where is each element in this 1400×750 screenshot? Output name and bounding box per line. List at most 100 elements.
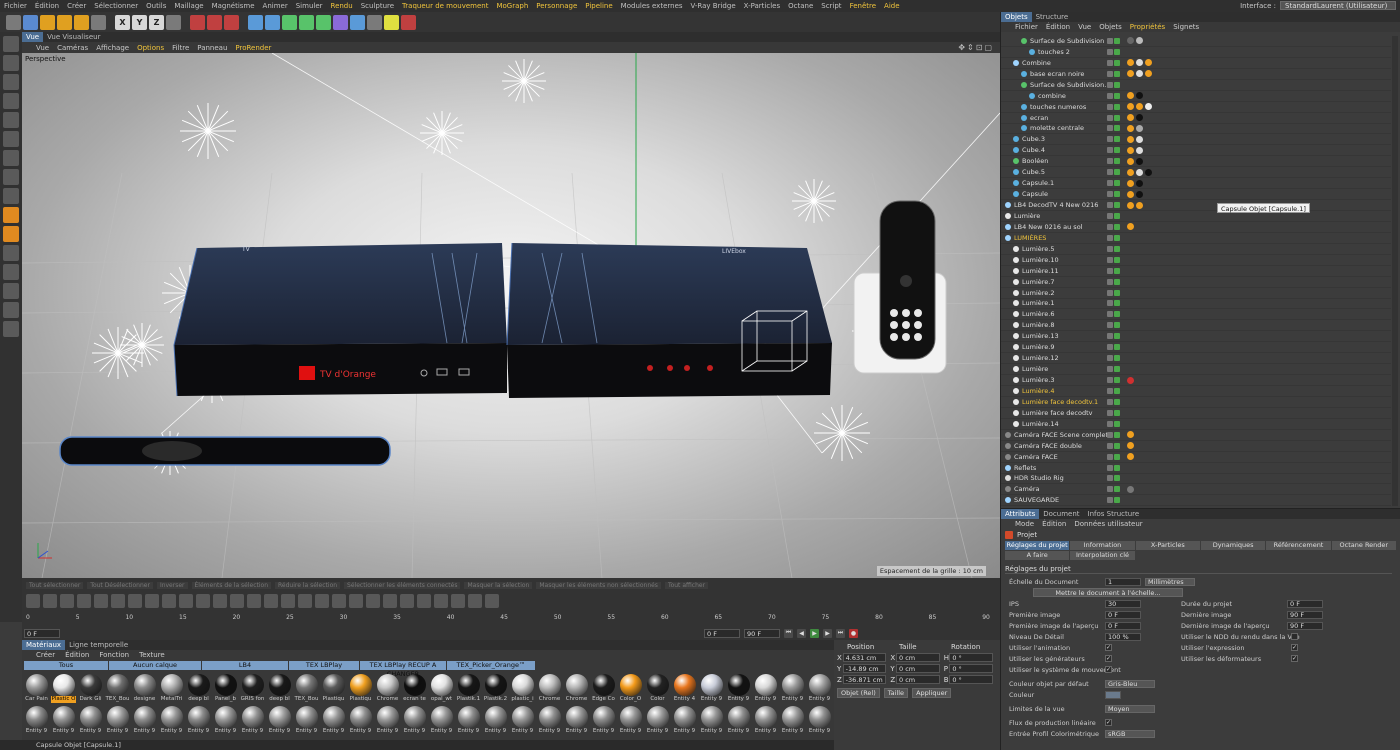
- visibility-toggles[interactable]: [1107, 180, 1120, 187]
- row-right-field[interactable]: 90 F: [1287, 610, 1323, 619]
- menu-selectionner[interactable]: Sélectionner: [94, 2, 138, 10]
- render-visibility-dot[interactable]: [1114, 191, 1120, 198]
- material-item[interactable]: Car Pain: [24, 674, 49, 704]
- instance-icon[interactable]: [316, 14, 331, 30]
- mesh-tool-icon[interactable]: [26, 594, 40, 608]
- visibility-toggles[interactable]: [1107, 81, 1120, 88]
- material-layer[interactable]: LB4: [202, 660, 288, 670]
- material-item[interactable]: Entity 9: [726, 706, 751, 736]
- menu-edition[interactable]: Édition: [35, 2, 59, 10]
- object-row[interactable]: Lumière.1: [1001, 299, 1391, 310]
- material-item[interactable]: Entity 9: [537, 706, 562, 736]
- render-visibility-dot[interactable]: [1114, 409, 1120, 416]
- render-visibility-dot[interactable]: [1114, 333, 1120, 340]
- menu-rendu[interactable]: Rendu: [331, 2, 353, 10]
- editor-visibility-dot[interactable]: [1107, 267, 1113, 274]
- material-item[interactable]: Entity 9: [699, 674, 724, 704]
- tag-icon[interactable]: [1127, 442, 1134, 450]
- editor-visibility-dot[interactable]: [1107, 70, 1113, 77]
- object-row[interactable]: Lumière.2: [1001, 288, 1391, 299]
- mesh-tool-icon[interactable]: [417, 594, 431, 608]
- record-button[interactable]: ●: [849, 628, 858, 638]
- color-swatch[interactable]: [1105, 690, 1121, 699]
- visibility-toggles[interactable]: [1107, 431, 1120, 438]
- material-item[interactable]: designe: [132, 674, 157, 704]
- snap-icon[interactable]: [3, 207, 19, 223]
- light-icon[interactable]: [384, 14, 399, 30]
- attributes-tab-document[interactable]: Document: [1039, 509, 1083, 519]
- material-item[interactable]: Entity 9: [483, 706, 508, 736]
- subtab-interpolation-cle[interactable]: Interpolation clé: [1070, 551, 1135, 560]
- material-item[interactable]: Entity 9: [321, 706, 346, 736]
- tag-icon[interactable]: [1127, 376, 1134, 384]
- tag-icon[interactable]: [1127, 59, 1134, 67]
- editor-visibility-dot[interactable]: [1107, 420, 1113, 427]
- render-visibility-dot[interactable]: [1114, 147, 1120, 154]
- visibility-toggles[interactable]: [1107, 442, 1120, 449]
- x-axis-icon[interactable]: X: [115, 14, 130, 30]
- rotation-field[interactable]: 0 °: [949, 653, 994, 662]
- editor-visibility-dot[interactable]: [1107, 366, 1113, 373]
- render-visibility-dot[interactable]: [1114, 245, 1120, 252]
- subtab-dynamiques[interactable]: Dynamiques: [1201, 541, 1266, 550]
- material-item[interactable]: Entity 9: [726, 674, 751, 704]
- objects-menu-edition[interactable]: Édition: [1046, 23, 1070, 31]
- apply-button[interactable]: Appliquer: [912, 688, 952, 698]
- material-layer[interactable]: TEX LBPlay RECUP A CHANGER: [360, 660, 446, 678]
- material-item[interactable]: Entity 9: [186, 706, 211, 736]
- model-mode-icon[interactable]: [3, 55, 19, 71]
- mesh-tool-icon[interactable]: [298, 594, 312, 608]
- recent-icon[interactable]: [91, 14, 106, 30]
- coord-system-icon[interactable]: [166, 14, 181, 30]
- render-view-icon[interactable]: [190, 14, 205, 30]
- play-button[interactable]: ▶: [810, 628, 819, 638]
- first-frame-button[interactable]: ⏮: [784, 628, 793, 638]
- render-visibility-dot[interactable]: [1114, 300, 1120, 307]
- next-frame-button[interactable]: ▶: [823, 628, 832, 638]
- object-row[interactable]: Lumière.10: [1001, 255, 1391, 266]
- render-visibility-dot[interactable]: [1114, 486, 1120, 493]
- tag-icon[interactable]: [1136, 70, 1143, 78]
- viewport-menu-vue[interactable]: Vue: [36, 44, 49, 52]
- material-item[interactable]: opal_wt: [429, 674, 454, 704]
- menu-outils[interactable]: Outils: [146, 2, 166, 10]
- render-visibility-dot[interactable]: [1114, 453, 1120, 460]
- mesh-tool-icon[interactable]: [434, 594, 448, 608]
- editor-visibility-dot[interactable]: [1107, 169, 1113, 176]
- material-layer[interactable]: TEX_Picker_Orange™: [447, 660, 535, 670]
- visibility-toggles[interactable]: [1107, 366, 1120, 373]
- object-row[interactable]: Lumière.4: [1001, 386, 1391, 397]
- visibility-toggles[interactable]: [1107, 300, 1120, 307]
- viewport-menu-affichage[interactable]: Affichage: [96, 44, 129, 52]
- object-row[interactable]: HDR Studio Rig: [1001, 474, 1391, 485]
- camera-icon[interactable]: [367, 14, 382, 30]
- editor-visibility-dot[interactable]: [1107, 453, 1113, 460]
- tag-icon[interactable]: [1145, 70, 1152, 78]
- position-field[interactable]: -14.89 cm: [842, 664, 887, 673]
- editor-visibility-dot[interactable]: [1107, 234, 1113, 241]
- object-row[interactable]: Reflets: [1001, 463, 1391, 474]
- render-visibility-dot[interactable]: [1114, 136, 1120, 143]
- attributes-menu-edition[interactable]: Édition: [1042, 520, 1066, 528]
- scale-unit-dropdown[interactable]: Millimètres: [1145, 577, 1195, 586]
- selection-command[interactable]: Masquer la sélection: [464, 581, 533, 589]
- tag-icon[interactable]: [1136, 92, 1143, 100]
- objects-tab-objets[interactable]: Objets: [1001, 12, 1032, 22]
- visibility-toggles[interactable]: [1107, 377, 1120, 384]
- material-item[interactable]: Entity 9: [645, 706, 670, 736]
- editor-visibility-dot[interactable]: [1107, 486, 1113, 493]
- viewport-tab-vue[interactable]: Vue: [22, 32, 44, 42]
- coord-mode-dropdown[interactable]: Objet (Rel): [837, 688, 880, 698]
- visibility-toggles[interactable]: [1107, 234, 1120, 241]
- material-item[interactable]: Entity 9: [672, 706, 697, 736]
- render-visibility-dot[interactable]: [1114, 125, 1120, 132]
- texture-mode-icon[interactable]: [3, 74, 19, 90]
- visibility-toggles[interactable]: [1107, 158, 1120, 165]
- object-row[interactable]: Cube.4: [1001, 145, 1391, 157]
- editor-visibility-dot[interactable]: [1107, 464, 1113, 471]
- material-item[interactable]: Entity 9: [564, 706, 589, 736]
- menu-pipeline[interactable]: Pipeline: [585, 2, 612, 10]
- viewport-menu-filtre[interactable]: Filtre: [172, 44, 189, 52]
- object-row[interactable]: LUMIÈRES: [1001, 233, 1391, 244]
- render-visibility-dot[interactable]: [1114, 311, 1120, 318]
